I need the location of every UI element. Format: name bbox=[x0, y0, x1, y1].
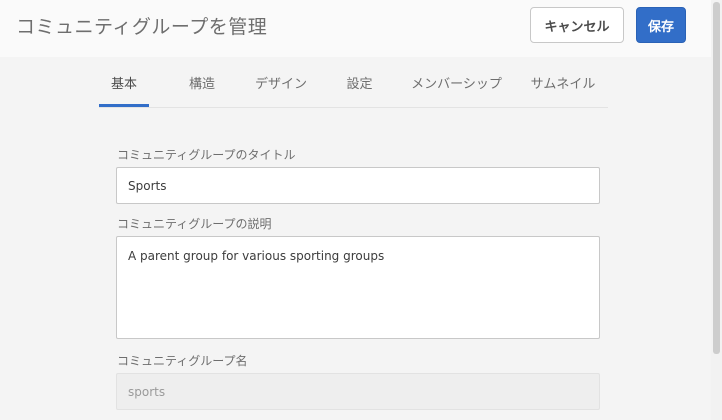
tab-basic[interactable]: 基本 bbox=[99, 58, 149, 107]
tab-bar: 基本 構造 デザイン 設定 メンバーシップ サムネイル bbox=[99, 58, 608, 108]
scrollbar-thumb[interactable] bbox=[713, 2, 720, 354]
tab-structure[interactable]: 構造 bbox=[176, 58, 228, 107]
tab-thumbnail[interactable]: サムネイル bbox=[528, 58, 598, 107]
save-button[interactable]: 保存 bbox=[636, 7, 686, 43]
tab-membership[interactable]: メンバーシップ bbox=[409, 58, 504, 107]
name-input: sports bbox=[116, 373, 600, 410]
tab-settings[interactable]: 設定 bbox=[338, 58, 381, 107]
description-field-label: コミュニティグループの説明 bbox=[117, 217, 272, 231]
cancel-button[interactable]: キャンセル bbox=[530, 7, 624, 43]
name-field-label: コミュニティグループ名 bbox=[117, 354, 248, 368]
tab-design[interactable]: デザイン bbox=[251, 58, 311, 107]
title-field-label: コミュニティグループのタイトル bbox=[117, 148, 296, 162]
title-input[interactable]: Sports bbox=[116, 167, 600, 204]
vertical-scrollbar[interactable] bbox=[711, 0, 722, 420]
page-title: コミュニティグループを管理 bbox=[16, 16, 268, 38]
description-textarea[interactable]: A parent group for various sporting grou… bbox=[116, 236, 600, 339]
header-bar: コミュニティグループを管理 キャンセル 保存 bbox=[0, 0, 711, 57]
